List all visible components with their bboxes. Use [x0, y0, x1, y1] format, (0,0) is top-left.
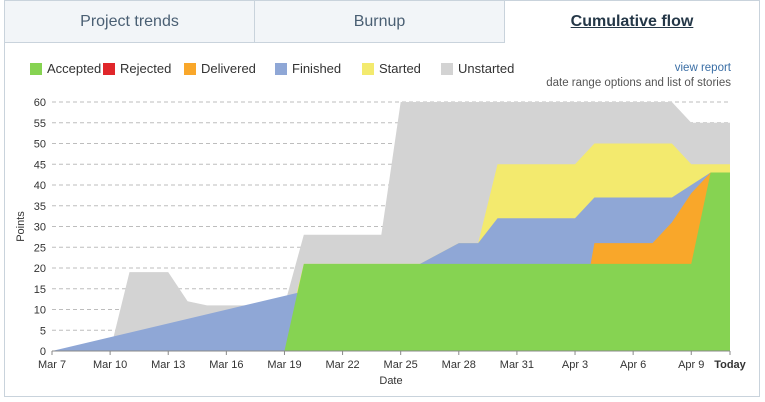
y-tick-label: 15: [34, 284, 46, 296]
date-range-options-text: date range options and list of stories: [546, 77, 731, 89]
x-tick-label: Today: [714, 359, 746, 371]
x-tick-label: Mar 7: [38, 359, 66, 371]
y-tick-label: 10: [34, 305, 46, 317]
y-tick-label: 35: [34, 201, 46, 213]
x-tick-label: Apr 3: [562, 359, 588, 371]
x-tick-label: Mar 22: [325, 359, 359, 371]
x-tick-label: Apr 6: [620, 359, 646, 371]
x-tick-label: Mar 25: [384, 359, 418, 371]
y-tick-label: 5: [40, 325, 46, 337]
legend-label: Delivered: [201, 61, 256, 76]
legend-item-started[interactable]: Started: [362, 61, 421, 76]
y-tick-label: 50: [34, 139, 46, 151]
y-tick-label: 45: [34, 159, 46, 171]
legend-label: Started: [379, 61, 421, 76]
legend-label: Rejected: [120, 61, 172, 76]
legend-label: Unstarted: [458, 61, 515, 76]
y-tick-label: 40: [34, 180, 46, 192]
legend-swatch: [275, 62, 287, 75]
legend-label: Accepted: [47, 61, 102, 76]
x-tick-label: Mar 28: [442, 359, 476, 371]
legend-swatch: [30, 62, 42, 75]
legend-label: Finished: [292, 61, 342, 76]
y-axis-label: Points: [15, 211, 27, 242]
legend-swatch: [103, 62, 115, 75]
legend-item-finished[interactable]: Finished: [275, 61, 341, 76]
legend-swatch: [441, 62, 453, 75]
x-axis-label: Date: [379, 375, 402, 387]
legend-item-rejected[interactable]: Rejected: [103, 61, 171, 76]
x-tick-label: Mar 19: [267, 359, 301, 371]
legend-swatch: [184, 62, 196, 75]
y-tick-label: 25: [34, 242, 46, 254]
y-tick-label: 30: [34, 222, 46, 234]
x-tick-label: Mar 31: [500, 359, 534, 371]
legend-item-unstarted[interactable]: Unstarted: [441, 61, 514, 76]
y-tick-label: 0: [40, 346, 46, 358]
legend-item-delivered[interactable]: Delivered: [184, 61, 256, 76]
x-tick-label: Mar 16: [209, 359, 243, 371]
x-tick-label: Mar 13: [151, 359, 185, 371]
legend-item-accepted[interactable]: Accepted: [30, 61, 101, 76]
y-tick-label: 60: [34, 97, 46, 109]
y-tick-label: 20: [34, 263, 46, 275]
legend-swatch: [362, 62, 374, 75]
y-tick-label: 55: [34, 118, 46, 130]
x-tick-label: Apr 9: [678, 359, 704, 371]
view-report-link[interactable]: view report: [675, 62, 731, 74]
x-tick-label: Mar 10: [93, 359, 127, 371]
